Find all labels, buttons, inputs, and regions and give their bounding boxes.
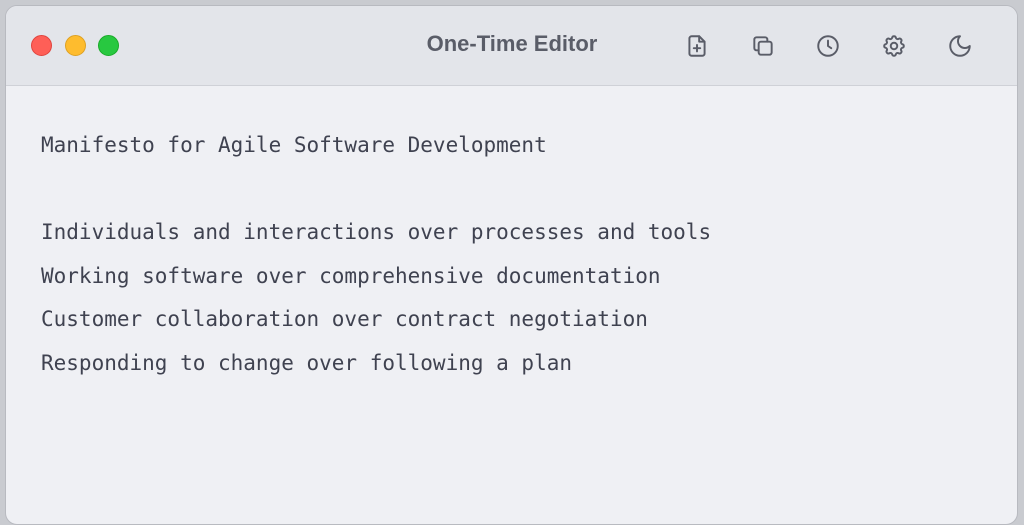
gear-icon: [883, 35, 905, 57]
window-title: One-Time Editor: [426, 31, 598, 56]
new-document-button[interactable]: [682, 31, 712, 61]
file-plus-icon: [688, 35, 706, 57]
copy-button[interactable]: [748, 31, 778, 61]
moon-icon: [949, 35, 971, 57]
clock-icon: [817, 35, 839, 57]
history-button[interactable]: [813, 31, 843, 61]
editor-line[interactable]: Customer collaboration over contract neg…: [41, 308, 982, 352]
editor-line[interactable]: [41, 178, 982, 222]
text-editor-area[interactable]: Manifesto for Agile Software Development…: [6, 86, 1017, 524]
editor-window: One-Time Editor Manifesto for Agile Soft…: [5, 5, 1018, 525]
editor-line[interactable]: Working software over comprehensive docu…: [41, 265, 982, 309]
close-window-button[interactable]: [31, 35, 52, 56]
maximize-window-button[interactable]: [98, 35, 119, 56]
minimize-window-button[interactable]: [65, 35, 86, 56]
copy-icon: [753, 36, 773, 56]
editor-line[interactable]: Responding to change over following a pl…: [41, 352, 982, 396]
editor-line[interactable]: Individuals and interactions over proces…: [41, 221, 982, 265]
editor-line[interactable]: Manifesto for Agile Software Development: [41, 134, 982, 178]
dark-mode-button[interactable]: [945, 31, 975, 61]
settings-button[interactable]: [879, 31, 909, 61]
title-bar[interactable]: One-Time Editor: [6, 6, 1017, 86]
